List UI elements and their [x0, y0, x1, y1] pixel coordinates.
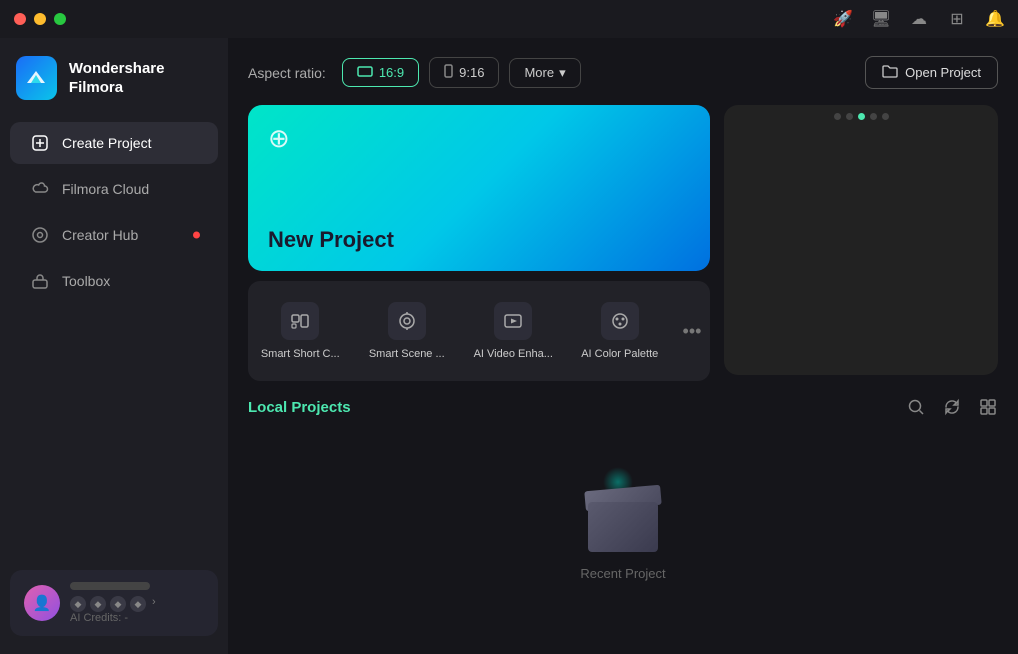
- sidebar-item-creator-hub[interactable]: Creator Hub: [10, 214, 218, 256]
- user-profile[interactable]: 👤 ◆ ◆ ◆ ◆ › AI Credits: -: [10, 570, 218, 636]
- feature-card-dots: [724, 105, 998, 124]
- avatar: 👤: [24, 585, 60, 621]
- new-project-card[interactable]: ⊕ New Project: [248, 105, 710, 271]
- sidebar-item-creator-hub-label: Creator Hub: [62, 227, 138, 243]
- local-projects-title: Local Projects: [248, 399, 906, 416]
- user-info: ◆ ◆ ◆ ◆ › AI Credits: -: [70, 582, 204, 624]
- local-projects-header: Local Projects: [248, 397, 998, 417]
- feature-dot-1: [834, 113, 841, 120]
- ai-tool-ai-color-palette[interactable]: AI Color Palette: [568, 281, 673, 381]
- phone-aspect-icon: [444, 64, 453, 81]
- folder-icon: [882, 64, 898, 81]
- credit-dot-2: ◆: [90, 596, 106, 612]
- empty-state: Recent Project: [248, 429, 998, 654]
- sidebar-item-filmora-cloud[interactable]: Filmora Cloud: [10, 168, 218, 210]
- titlebar: 🚀 🖥 ☁ ⊞ 🔔: [0, 0, 1018, 38]
- search-icon[interactable]: [906, 397, 926, 417]
- ai-video-enhance-icon: [494, 302, 532, 340]
- ai-tools-more-button[interactable]: •••: [674, 281, 710, 381]
- creator-hub-icon: [30, 225, 50, 245]
- toolbox-icon: [30, 271, 50, 291]
- ai-credits-label: AI Credits: -: [70, 612, 204, 624]
- close-button[interactable]: [14, 13, 26, 25]
- empty-state-label: Recent Project: [580, 566, 665, 581]
- cloud-icon: [30, 179, 50, 199]
- minimize-button[interactable]: [34, 13, 46, 25]
- monitor-aspect-icon: [357, 65, 373, 80]
- view-grid-icon[interactable]: [978, 397, 998, 417]
- creator-hub-notification-dot: [193, 232, 200, 239]
- smart-scene-icon: [388, 302, 426, 340]
- ai-color-palette-icon: [601, 302, 639, 340]
- credit-dot-3: ◆: [110, 596, 126, 612]
- monitor-icon: 🖥: [872, 10, 890, 28]
- aspect-ratio-bar: Aspect ratio: 16:9 9:16 More: [248, 56, 998, 89]
- credits-arrow: ›: [152, 596, 156, 612]
- more-button[interactable]: More ▾: [509, 58, 580, 88]
- sidebar-item-create-project-label: Create Project: [62, 135, 151, 151]
- grid-icon: ⊞: [948, 10, 966, 28]
- main-content: Aspect ratio: 16:9 9:16 More: [228, 38, 1018, 654]
- top-content: ⊕ New Project Smart Short C...: [248, 105, 998, 381]
- brand-name: Wondershare Filmora: [69, 59, 212, 98]
- cloud-upload-icon: ☁: [910, 10, 928, 28]
- left-column: ⊕ New Project Smart Short C...: [248, 105, 710, 381]
- smart-short-cut-icon: [281, 302, 319, 340]
- box-body: [588, 502, 658, 552]
- ai-tool-smart-short-cut[interactable]: Smart Short C...: [248, 281, 353, 381]
- sidebar-item-filmora-cloud-label: Filmora Cloud: [62, 181, 149, 197]
- sidebar-item-toolbox-label: Toolbox: [62, 273, 110, 289]
- aspect-ratio-label: Aspect ratio:: [248, 65, 326, 81]
- header-actions: [906, 397, 998, 417]
- feature-dot-3: [858, 113, 865, 120]
- ai-tools-row: Smart Short C... Smart Scene ...: [248, 281, 710, 381]
- empty-box-icon: [578, 472, 668, 552]
- feature-dot-2: [846, 113, 853, 120]
- refresh-icon[interactable]: [942, 397, 962, 417]
- credit-dot-1: ◆: [70, 596, 86, 612]
- brand: Wondershare Filmora: [0, 48, 228, 120]
- rocket-icon: 🚀: [834, 10, 852, 28]
- feature-dot-5: [882, 113, 889, 120]
- chevron-down-icon: ▾: [559, 65, 566, 81]
- add-project-icon: ⊕: [268, 123, 290, 154]
- sidebar-item-create-project[interactable]: Create Project: [10, 122, 218, 164]
- create-project-icon: [30, 133, 50, 153]
- user-credits-bar: ◆ ◆ ◆ ◆ ›: [70, 596, 204, 612]
- bell-icon: 🔔: [986, 10, 1004, 28]
- maximize-button[interactable]: [54, 13, 66, 25]
- sidebar: Wondershare Filmora Create Project Filmo…: [0, 38, 228, 654]
- aspect-btn-9-16[interactable]: 9:16: [429, 57, 499, 88]
- feature-card: Strength Protect Skin Tones AI Color Pal…: [724, 105, 998, 375]
- feature-dot-4: [870, 113, 877, 120]
- sidebar-item-toolbox[interactable]: Toolbox: [10, 260, 218, 302]
- credit-dot-4: ◆: [130, 596, 146, 612]
- aspect-btn-16-9[interactable]: 16:9: [342, 58, 419, 87]
- brand-logo: [16, 56, 57, 100]
- new-project-label: New Project: [268, 227, 690, 253]
- user-name-bar: [70, 582, 150, 590]
- ai-tool-smart-scene[interactable]: Smart Scene ...: [355, 281, 460, 381]
- ai-tool-ai-video-enhance[interactable]: AI Video Enha...: [461, 281, 566, 381]
- open-project-button[interactable]: Open Project: [865, 56, 998, 89]
